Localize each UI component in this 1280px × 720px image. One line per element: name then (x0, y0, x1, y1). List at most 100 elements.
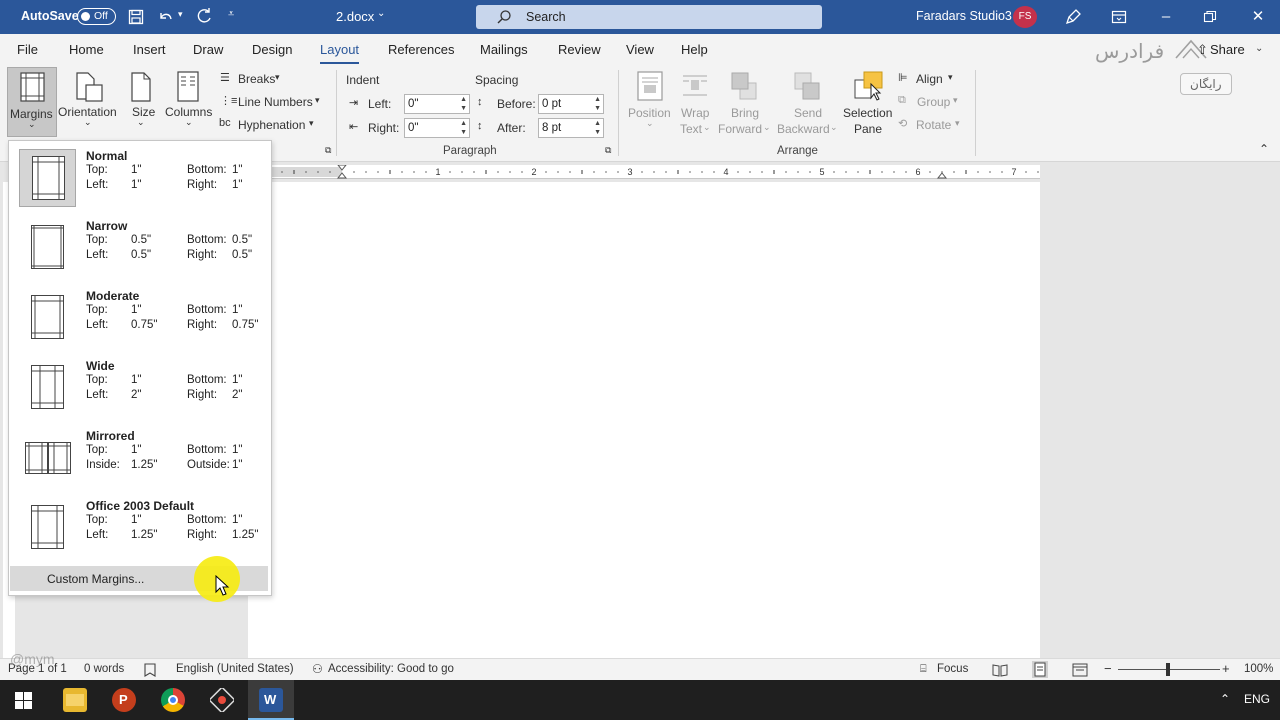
proofing-icon[interactable] (143, 663, 157, 677)
chrome-icon[interactable] (161, 688, 185, 712)
undo-icon[interactable] (156, 8, 174, 26)
zoom-slider-thumb[interactable] (1166, 663, 1170, 676)
selection-pane-button[interactable]: Selection (843, 106, 892, 120)
powerpoint-icon[interactable]: P (112, 688, 136, 712)
tab-home[interactable]: Home (69, 42, 104, 57)
collapse-ribbon-icon[interactable]: ⌃ (1259, 142, 1269, 156)
wrap-text-icon[interactable] (681, 71, 709, 101)
document-name[interactable]: 2.docx (336, 9, 374, 24)
redo-icon[interactable] (195, 8, 213, 26)
send-backward-chevron-icon: ⌄ (830, 122, 838, 132)
rotate-chevron-icon: ▾ (955, 118, 960, 128)
word-taskbar-item[interactable]: W (248, 680, 294, 720)
hyphenation-button[interactable]: Hyphenation (238, 118, 305, 132)
wrap-text-label-2[interactable]: Text (680, 122, 702, 136)
restore-icon[interactable] (1203, 10, 1217, 24)
doc-name-chevron-icon[interactable]: ⌄ (377, 8, 385, 19)
align-button[interactable]: Align (916, 72, 943, 86)
position-icon[interactable] (637, 71, 663, 101)
tab-review[interactable]: Review (558, 42, 601, 57)
autosave-toggle[interactable]: Off (77, 8, 116, 25)
tab-references[interactable]: References (388, 42, 454, 57)
tab-view[interactable]: View (626, 42, 654, 57)
language-status[interactable]: English (United States) (176, 663, 294, 675)
close-icon[interactable]: ✕ (1246, 6, 1270, 28)
app-tool-icon[interactable] (210, 688, 234, 712)
spinner-arrows-icon[interactable]: ▲ ▼ (594, 95, 601, 113)
right-indent-marker[interactable] (936, 172, 948, 179)
autosave-state: Off (94, 10, 108, 22)
print-layout-icon[interactable] (1032, 661, 1048, 678)
margin-option-office-2003-default[interactable]: Office 2003 Default Top: 1" Bottom: 1" L… (9, 492, 271, 562)
ruler-tick (377, 171, 379, 173)
spinner-arrows-icon[interactable]: ▲ ▼ (594, 119, 601, 137)
send-backward-label[interactable]: Send (794, 106, 822, 120)
zoom-out-icon[interactable]: − (1104, 661, 1112, 676)
focus-button[interactable]: Focus (937, 663, 968, 675)
paragraph-launcher-icon[interactable]: ⧉ (605, 145, 611, 156)
indent-right-input[interactable]: 0" ▲ ▼ (404, 118, 470, 138)
margins-button[interactable]: Margins ⌄ (7, 67, 57, 137)
tab-mailings[interactable]: Mailings (480, 42, 528, 57)
tab-draw[interactable]: Draw (193, 42, 223, 57)
rotate-button[interactable]: Rotate (916, 118, 951, 132)
customize-toolbar-icon[interactable]: ⩡ (228, 8, 234, 21)
margin-option-wide[interactable]: Wide Top: 1" Bottom: 1" Left: 2" Right: … (9, 352, 271, 422)
file-explorer-icon[interactable] (63, 688, 87, 712)
spacing-after-input[interactable]: 8 pt ▲ ▼ (538, 118, 604, 138)
size-icon[interactable] (130, 71, 152, 103)
zoom-in-icon[interactable]: + (1222, 661, 1230, 676)
left-label: Left: (86, 249, 109, 261)
minimize-icon[interactable]: – (1154, 6, 1178, 28)
margin-option-mirrored[interactable]: Mirrored Top: 1" Bottom: 1" Inside: 1.25… (9, 422, 271, 492)
undo-dropdown-icon[interactable]: ▾ (178, 9, 183, 20)
bring-forward-label-2[interactable]: Forward (718, 122, 762, 136)
selection-pane-icon[interactable] (853, 70, 885, 102)
input-language[interactable]: ENG (1244, 692, 1270, 706)
tab-help[interactable]: Help (681, 42, 708, 57)
send-backward-label-2[interactable]: Backward (777, 122, 830, 136)
indent-left-input[interactable]: 0" ▲ ▼ (404, 94, 470, 114)
tab-file[interactable]: File (17, 42, 38, 57)
document-page[interactable] (248, 182, 1040, 658)
bring-forward-label[interactable]: Bring (731, 106, 759, 120)
wrap-text-label[interactable]: Wrap (681, 106, 709, 120)
page-setup-launcher-icon[interactable]: ⧉ (325, 145, 331, 156)
margin-option-normal[interactable]: Normal Top: 1" Bottom: 1" Left: 1" Right… (9, 142, 271, 212)
zoom-level[interactable]: 100% (1244, 663, 1273, 675)
bring-forward-icon[interactable] (730, 71, 758, 101)
orientation-icon[interactable] (74, 71, 104, 103)
share-chevron-icon[interactable]: ⌄ (1255, 43, 1263, 54)
breaks-button[interactable]: Breaks (238, 72, 275, 86)
send-backward-icon[interactable] (793, 71, 821, 101)
margin-option-moderate[interactable]: Moderate Top: 1" Bottom: 1" Left: 0.75" … (9, 282, 271, 352)
arrange-group-label: Arrange (777, 145, 818, 157)
ruler-tick (1025, 171, 1027, 173)
web-layout-icon[interactable] (1072, 663, 1088, 677)
columns-chevron-icon: ⌄ (185, 117, 193, 127)
avatar[interactable]: FS (1013, 6, 1037, 28)
margin-option-narrow[interactable]: Narrow Top: 0.5" Bottom: 0.5" Left: 0.5"… (9, 212, 271, 282)
user-name[interactable]: Faradars Studio3 (916, 9, 1012, 23)
tab-design[interactable]: Design (252, 42, 292, 57)
selection-pane-label-2[interactable]: Pane (854, 122, 882, 136)
share-icon[interactable]: ⇧ (1197, 42, 1208, 58)
save-icon[interactable] (128, 9, 144, 25)
tray-chevron-icon[interactable]: ⌃ (1220, 692, 1230, 706)
ribbon-display-icon[interactable] (1111, 9, 1127, 25)
columns-icon[interactable] (177, 71, 199, 103)
spacing-before-input[interactable]: 0 pt ▲ ▼ (538, 94, 604, 114)
share-button[interactable]: Share (1210, 42, 1245, 57)
pen-icon[interactable] (1064, 8, 1082, 26)
group-button[interactable]: Group (917, 95, 950, 109)
tab-layout[interactable]: Layout (320, 42, 360, 64)
windows-start-icon[interactable] (15, 692, 32, 709)
search-box[interactable]: Search (476, 5, 822, 29)
line-numbers-button[interactable]: Line Numbers (238, 95, 313, 109)
spinner-arrows-icon[interactable]: ▲ ▼ (460, 119, 467, 137)
read-mode-icon[interactable] (992, 663, 1008, 677)
accessibility-status[interactable]: Accessibility: Good to go (328, 663, 454, 675)
word-count[interactable]: 0 words (84, 663, 124, 675)
tab-insert[interactable]: Insert (133, 42, 166, 57)
spinner-arrows-icon[interactable]: ▲ ▼ (460, 95, 467, 113)
